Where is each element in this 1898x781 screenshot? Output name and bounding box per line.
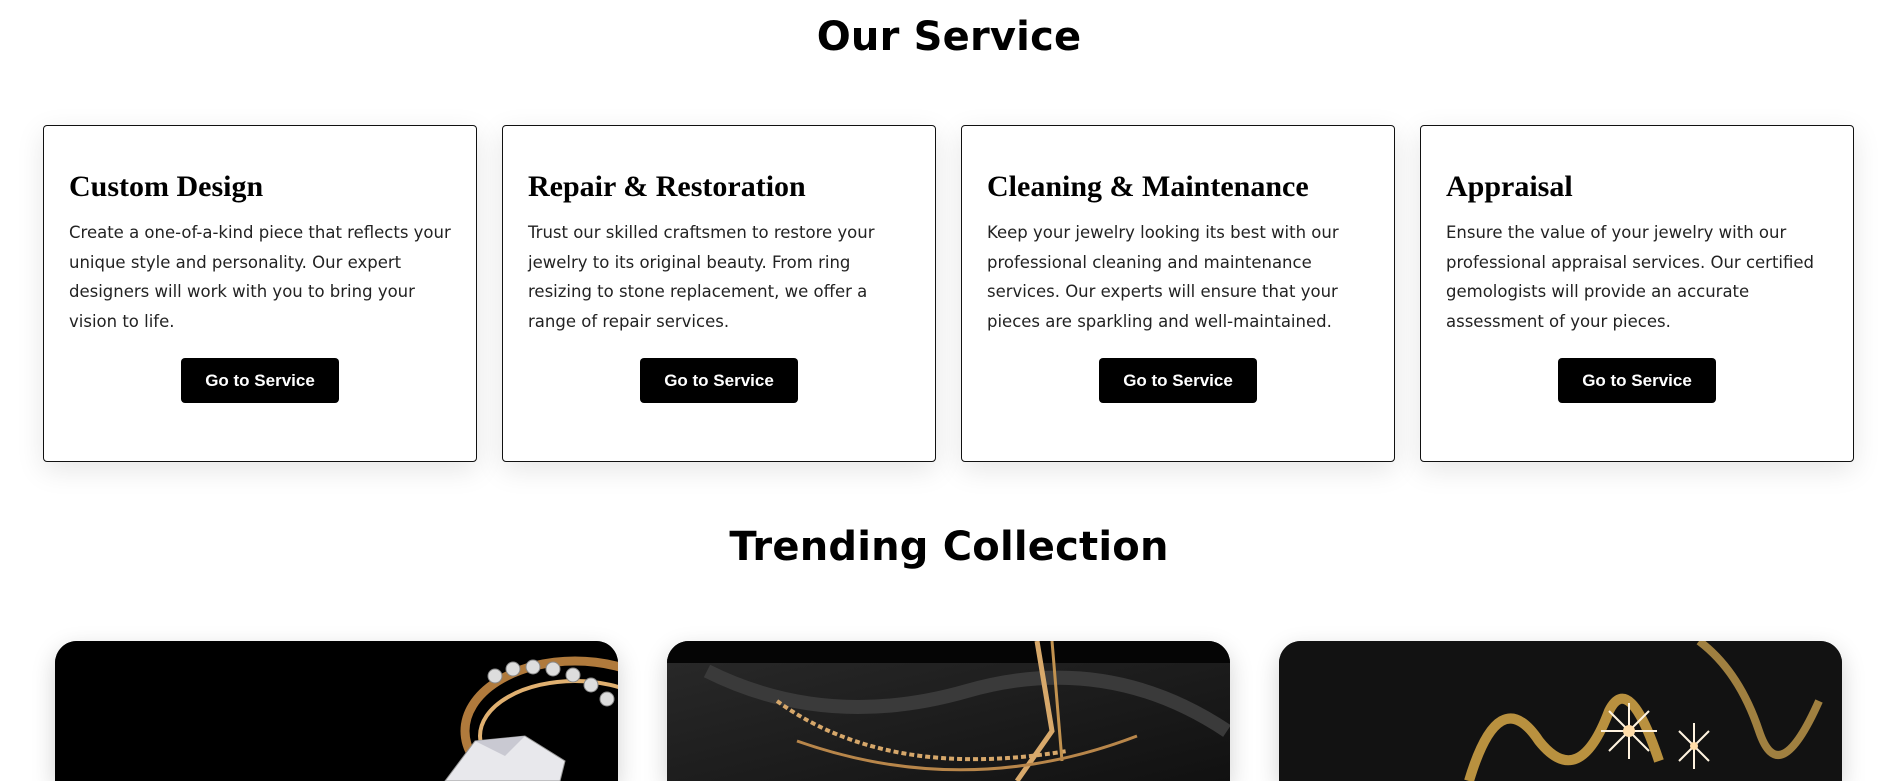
service-card-title: Custom Design bbox=[69, 170, 264, 203]
service-section-title: Our Service bbox=[816, 14, 1082, 60]
service-card-description: Ensure the value of your jewelry with ou… bbox=[1446, 223, 1815, 331]
go-to-service-button[interactable]: Go to Service bbox=[181, 358, 339, 403]
service-card-repair-restoration: Repair & Restoration Trust our skilled c… bbox=[502, 125, 936, 462]
trending-section-title: Trending Collection bbox=[729, 524, 1169, 570]
trending-item-ring[interactable] bbox=[55, 641, 618, 781]
service-card-title: Appraisal bbox=[1446, 170, 1573, 203]
sparkle-image bbox=[1279, 641, 1842, 781]
service-card-title: Repair & Restoration bbox=[528, 170, 806, 203]
service-card-custom-design: Custom Design Create a one-of-a-kind pie… bbox=[43, 125, 477, 462]
service-card-title: Cleaning & Maintenance bbox=[987, 170, 1309, 203]
go-to-service-button[interactable]: Go to Service bbox=[1558, 358, 1716, 403]
go-to-service-button[interactable]: Go to Service bbox=[1099, 358, 1257, 403]
ring-image bbox=[55, 641, 618, 781]
service-card-appraisal: Appraisal Ensure the value of your jewel… bbox=[1420, 125, 1854, 462]
service-card-description: Trust our skilled craftsmen to restore y… bbox=[528, 223, 875, 331]
go-to-service-button[interactable]: Go to Service bbox=[640, 358, 798, 403]
trending-item-necklace[interactable] bbox=[667, 641, 1230, 781]
trending-item-sparkle[interactable] bbox=[1279, 641, 1842, 781]
necklace-image bbox=[667, 641, 1230, 781]
service-card-description: Create a one-of-a-kind piece that reflec… bbox=[69, 223, 451, 331]
service-card-description: Keep your jewelry looking its best with … bbox=[987, 223, 1339, 331]
service-card-cleaning-maintenance: Cleaning & Maintenance Keep your jewelry… bbox=[961, 125, 1395, 462]
